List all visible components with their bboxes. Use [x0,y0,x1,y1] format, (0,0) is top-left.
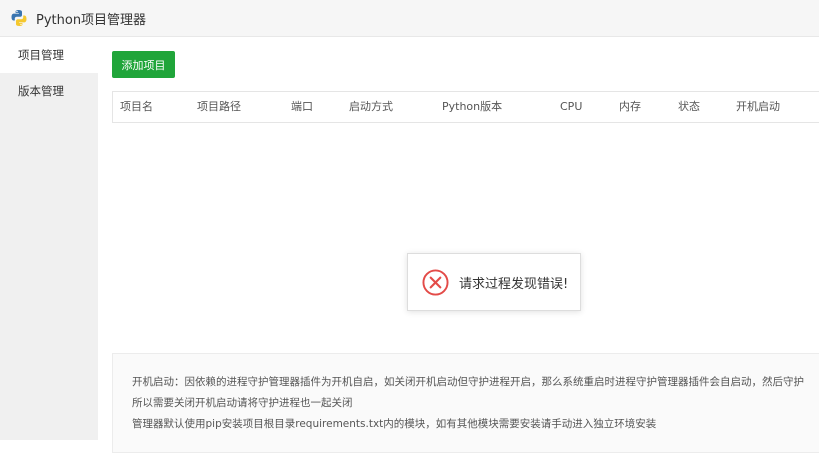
sidebar: 项目管理 版本管理 [0,37,98,440]
app-title: Python项目管理器 [36,12,147,28]
project-table-header: 项目名 项目路径 端口 启动方式 Python版本 CPU 内存 状态 开机启动 [112,91,819,123]
note-line: 所以需要关闭开机启动请将守护进程也一起关闭 [132,397,353,409]
column-header-start-mode[interactable]: 启动方式 [349,92,393,122]
column-header-status[interactable]: 状态 [678,92,700,122]
main-panel: 添加项目 项目名 项目路径 端口 启动方式 Python版本 CPU 内存 状态… [98,37,819,453]
error-toast: 请求过程发现错误! [407,253,581,311]
column-header-python-version[interactable]: Python版本 [442,92,502,122]
error-circle-icon [422,268,449,296]
python-icon [11,10,27,26]
sidebar-item-versions[interactable]: 版本管理 [0,73,98,109]
column-header-port[interactable]: 端口 [291,92,313,122]
column-header-path[interactable]: 项目路径 [197,92,241,122]
column-header-cpu[interactable]: CPU [560,92,582,122]
error-message: 请求过程发现错误! [459,276,569,292]
add-project-button[interactable]: 添加项目 [112,51,175,78]
title-bar: Python项目管理器 [0,0,819,37]
column-header-name[interactable]: 项目名 [120,92,153,122]
column-header-autostart[interactable]: 开机启动 [736,92,780,122]
note-line: 管理器默认使用pip安装项目根目录requirements.txt内的模块，如有… [132,418,657,430]
column-header-memory[interactable]: 内存 [619,92,641,122]
sidebar-item-projects[interactable]: 项目管理 [0,37,98,73]
help-notes: 开机启动：因依赖的进程守护管理器插件为开机自启，如关闭开机启动但守护进程开启，那… [112,353,819,453]
note-line: 开机启动：因依赖的进程守护管理器插件为开机自启，如关闭开机启动但守护进程开启，那… [132,376,804,388]
